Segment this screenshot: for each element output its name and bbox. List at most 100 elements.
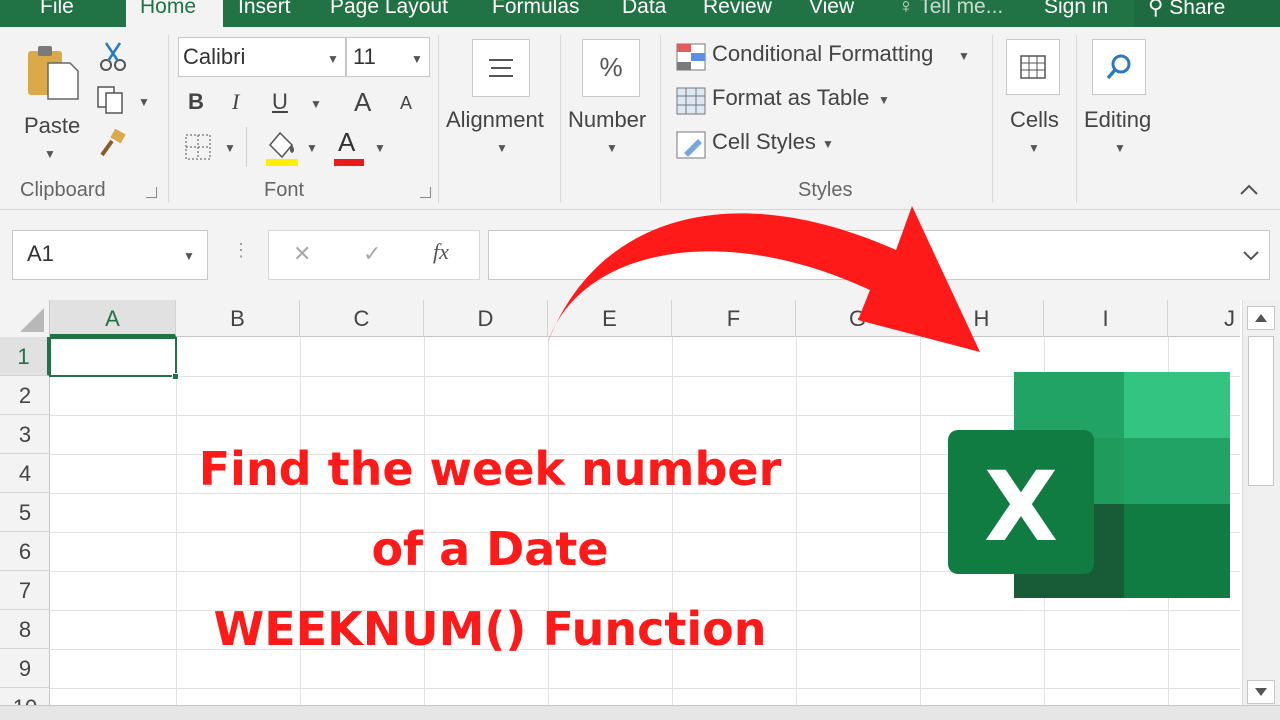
paste-label[interactable]: Paste bbox=[24, 113, 80, 139]
row-header-7[interactable]: 7 bbox=[0, 571, 50, 610]
alignment-icon bbox=[472, 39, 530, 97]
insert-function-button[interactable]: fx bbox=[433, 239, 449, 265]
bold-button[interactable]: B bbox=[188, 89, 204, 115]
ribbon-home: Paste ▼ ▼ Clipboard Calibri ▼ 11 ▼ B I U… bbox=[0, 27, 1280, 210]
paste-dropdown-caret[interactable]: ▼ bbox=[44, 147, 56, 161]
lightbulb-icon: ♀ bbox=[898, 0, 914, 18]
tell-me-box[interactable]: ♀ Tell me... bbox=[898, 0, 1003, 19]
column-header-b[interactable]: B bbox=[176, 300, 300, 337]
tell-me-placeholder: Tell me... bbox=[919, 0, 1004, 18]
format-painter-icon[interactable] bbox=[98, 129, 128, 159]
more-options-icon[interactable]: ⋮ bbox=[232, 240, 250, 261]
enter-icon[interactable]: ✓ bbox=[363, 241, 381, 267]
tab-data[interactable]: Data bbox=[622, 0, 666, 19]
collapse-ribbon-icon[interactable] bbox=[1238, 183, 1260, 197]
row-header-1[interactable]: 1 bbox=[0, 337, 50, 376]
font-color-swatch bbox=[334, 159, 364, 166]
fill-color-dropdown-caret[interactable]: ▼ bbox=[306, 141, 318, 155]
headline-line-2: of a Date bbox=[371, 522, 609, 576]
select-all-button[interactable] bbox=[0, 300, 50, 337]
name-box-value: A1 bbox=[27, 241, 54, 266]
underline-button[interactable]: U bbox=[272, 89, 288, 115]
row-header-8[interactable]: 8 bbox=[0, 610, 50, 649]
tab-formulas[interactable]: Formulas bbox=[492, 0, 580, 19]
font-dialog-launcher-icon[interactable] bbox=[420, 187, 431, 198]
tab-insert[interactable]: Insert bbox=[238, 0, 291, 19]
vertical-scrollbar[interactable] bbox=[1242, 300, 1280, 710]
font-name-value: Calibri bbox=[183, 44, 246, 69]
chevron-down-icon: ▼ bbox=[606, 141, 618, 155]
formula-buttons: ✕ ✓ fx bbox=[268, 230, 480, 280]
scroll-down-button[interactable] bbox=[1247, 680, 1275, 704]
copy-dropdown-caret[interactable]: ▼ bbox=[138, 95, 150, 109]
styles-group-label: Styles bbox=[798, 179, 853, 201]
row-header-4[interactable]: 4 bbox=[0, 454, 50, 493]
decrease-font-size-button[interactable]: A bbox=[400, 93, 412, 114]
cancel-icon[interactable]: ✕ bbox=[293, 241, 311, 267]
chevron-down-icon: ▼ bbox=[1114, 141, 1126, 155]
headline-line-3: WEEKNUM() Function bbox=[213, 602, 767, 656]
column-header-a[interactable]: A bbox=[50, 300, 176, 337]
fill-handle[interactable] bbox=[172, 373, 179, 380]
font-size-select[interactable]: 11 ▼ bbox=[346, 37, 430, 77]
column-header-c[interactable]: C bbox=[300, 300, 424, 337]
format-as-table-label: Format as Table bbox=[712, 85, 870, 110]
underline-dropdown-caret[interactable]: ▼ bbox=[310, 97, 322, 111]
tab-view[interactable]: View bbox=[809, 0, 854, 19]
tab-home[interactable]: Home bbox=[140, 0, 196, 19]
borders-dropdown-caret[interactable]: ▼ bbox=[224, 141, 236, 155]
paste-icon[interactable] bbox=[24, 41, 84, 101]
column-header-i[interactable]: I bbox=[1044, 300, 1168, 337]
font-name-select[interactable]: Calibri ▼ bbox=[178, 37, 346, 77]
chevron-down-icon: ▼ bbox=[822, 137, 834, 151]
cell-styles-icon bbox=[676, 131, 706, 159]
tab-page-layout[interactable]: Page Layout bbox=[330, 0, 448, 19]
chevron-down-icon: ▼ bbox=[496, 141, 508, 155]
share-button[interactable]: ⚲ Share bbox=[1148, 0, 1225, 20]
tab-review[interactable]: Review bbox=[703, 0, 772, 19]
search-icon bbox=[1092, 39, 1146, 95]
column-header-j[interactable]: J bbox=[1168, 300, 1240, 337]
row-header-6[interactable]: 6 bbox=[0, 532, 50, 571]
editing-label: Editing bbox=[1084, 107, 1152, 132]
fill-color-icon[interactable] bbox=[264, 127, 300, 167]
sign-in-link[interactable]: Sign in bbox=[1044, 0, 1108, 19]
clipboard-dialog-launcher-icon[interactable] bbox=[146, 187, 157, 198]
group-divider bbox=[1076, 35, 1077, 203]
row-header-2[interactable]: 2 bbox=[0, 376, 50, 415]
italic-button[interactable]: I bbox=[232, 89, 239, 115]
row-header-9[interactable]: 9 bbox=[0, 649, 50, 688]
copy-icon[interactable] bbox=[96, 85, 128, 115]
tab-file[interactable]: File bbox=[40, 0, 74, 19]
chevron-down-icon: ▼ bbox=[183, 249, 195, 263]
cells-label: Cells bbox=[1010, 107, 1059, 132]
excel-logo-icon: X bbox=[948, 372, 1230, 598]
group-divider bbox=[438, 35, 439, 203]
percent-glyph: % bbox=[599, 52, 623, 82]
headline-line-1: Find the week number bbox=[198, 442, 782, 496]
clipboard-group-label: Clipboard bbox=[20, 179, 106, 201]
red-arrow-graphic bbox=[548, 206, 980, 352]
row-header-5[interactable]: 5 bbox=[0, 493, 50, 532]
row-headers: 1 2 3 4 5 6 7 8 9 10 bbox=[0, 337, 50, 710]
scroll-up-button[interactable] bbox=[1247, 306, 1275, 330]
chevron-down-icon: ▼ bbox=[1028, 141, 1040, 155]
borders-icon[interactable] bbox=[184, 133, 212, 161]
cut-icon[interactable] bbox=[98, 41, 128, 73]
group-divider bbox=[992, 35, 993, 203]
column-header-d[interactable]: D bbox=[424, 300, 548, 337]
alignment-label: Alignment bbox=[446, 107, 544, 132]
active-cell-a1[interactable] bbox=[49, 337, 177, 377]
excel-logo-letter: X bbox=[984, 451, 1058, 563]
cells-icon bbox=[1006, 39, 1060, 95]
name-box[interactable]: A1 ▼ bbox=[12, 230, 208, 280]
scrollbar-thumb[interactable] bbox=[1248, 336, 1274, 486]
share-label: Share bbox=[1169, 0, 1226, 19]
conditional-formatting-icon bbox=[676, 43, 706, 71]
cell-styles-label: Cell Styles bbox=[712, 129, 816, 154]
increase-font-size-button[interactable]: A bbox=[354, 87, 371, 118]
group-divider bbox=[168, 35, 169, 203]
font-color-dropdown-caret[interactable]: ▼ bbox=[374, 141, 386, 155]
row-header-3[interactable]: 3 bbox=[0, 415, 50, 454]
expand-formula-bar-icon[interactable] bbox=[1241, 249, 1261, 263]
